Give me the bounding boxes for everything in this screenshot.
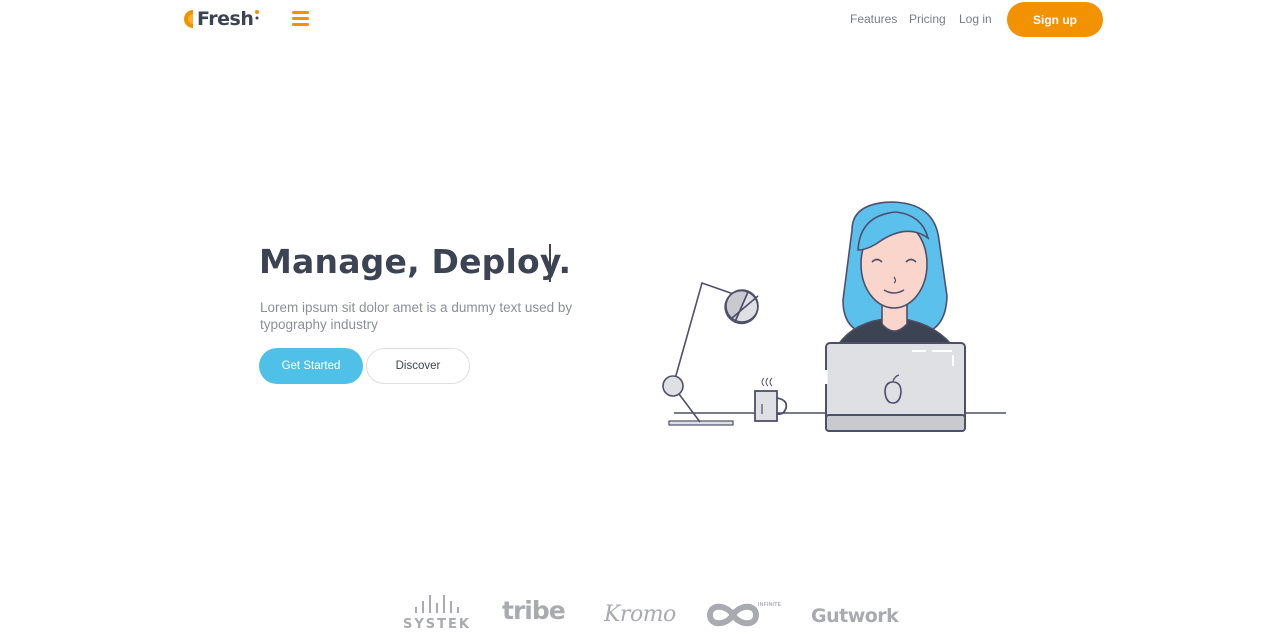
brand-name: Fresh <box>197 8 254 30</box>
nav-link-pricing[interactable]: Pricing <box>909 12 946 26</box>
client-logo-tribe: tribe <box>502 596 566 625</box>
hero-subtitle: Lorem ipsum sit dolor amet is a dummy te… <box>260 300 573 332</box>
navbar: Fresh Features Pricing Log in Sign up <box>0 0 1280 40</box>
client-logo-infinite: INFINITE <box>706 600 782 630</box>
signup-button[interactable]: Sign up <box>1007 2 1103 37</box>
client-name: SYSTEK <box>403 617 471 632</box>
client-name: INFINITE <box>758 602 782 608</box>
logo-dots-icon <box>255 10 260 20</box>
logo-mark-icon <box>184 10 193 28</box>
client-logos: SYSTEK tribe Kromo INFINITE Gutwork <box>0 590 1280 640</box>
client-logo-kromo: Kromo <box>604 602 676 627</box>
infinity-icon <box>706 603 760 627</box>
discover-button[interactable]: Discover <box>366 348 470 384</box>
get-started-button[interactable]: Get Started <box>259 348 363 384</box>
brand-logo[interactable]: Fresh <box>182 6 260 32</box>
hamburger-icon[interactable] <box>292 11 309 27</box>
client-logo-systek: SYSTEK <box>397 593 477 635</box>
nav-link-login[interactable]: Log in <box>959 12 992 26</box>
typing-caret <box>549 244 551 282</box>
nav-link-features[interactable]: Features <box>850 12 897 26</box>
client-logo-gutwork: Gutwork <box>811 605 899 627</box>
landing-page: Fresh Features Pricing Log in Sign up Ma… <box>0 0 1280 640</box>
hero-title: Manage, Deploy. <box>259 242 572 281</box>
systek-bars-icon <box>397 593 477 613</box>
woman-at-laptop-illustration <box>662 201 1006 432</box>
